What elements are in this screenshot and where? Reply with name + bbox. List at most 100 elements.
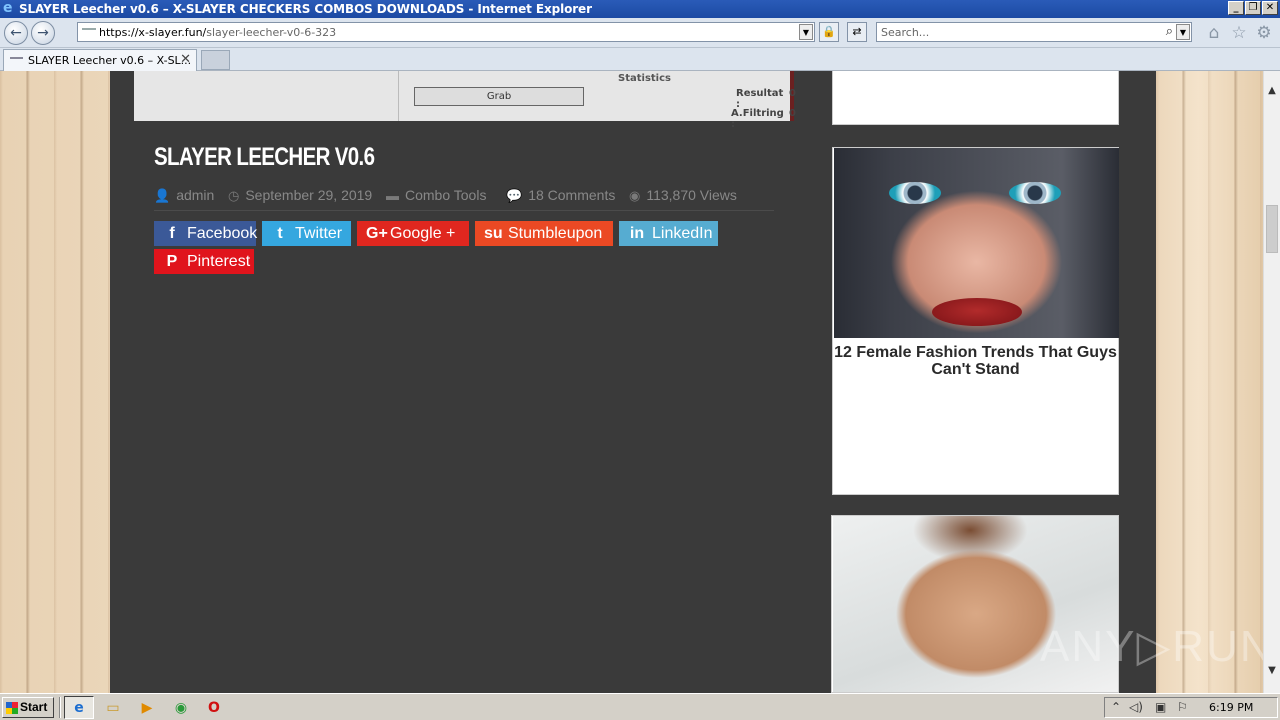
statistics-label: Statistics [618,73,671,84]
scroll-up-icon[interactable]: ▲ [1264,83,1280,99]
media-player-icon[interactable]: ▶ [138,699,156,717]
clock-icon: ◷ [228,188,240,203]
filtring-label: A.Filtring : [731,108,784,130]
taskbar: Start e ▭ ▶ ◉ O ⌃ ◁) ▣ ⚐ 6:19 PM [0,693,1280,720]
forward-button[interactable]: → [31,21,55,45]
window-titlebar: e SLAYER Leecher v0.6 – X-SLAYER CHECKER… [0,0,1280,18]
scroll-thumb[interactable] [1266,205,1278,253]
twitter-icon: t [277,225,283,242]
meta-author[interactable]: 👤 admin [154,187,214,204]
author-name[interactable]: admin [176,187,214,203]
sidebar-ad-fashion[interactable]: 12 Female Fashion Trends That Guys Can't… [832,147,1119,495]
resultat-label: Resultat : [736,88,784,110]
tab-slayer-leecher[interactable]: SLAYER Leecher v0.6 – X-SL... ✕ [3,49,197,71]
resultat-value: 0 [789,88,796,99]
folder-taskbar-icon[interactable]: ▭ [104,699,122,717]
ad-fashion-caption[interactable]: 12 Female Fashion Trends That Guys Can't… [833,344,1118,378]
site-favicon-icon [82,28,96,36]
meta-comments[interactable]: 💬 18 Comments [506,187,615,204]
windows-flag-icon [6,702,18,714]
restore-button[interactable]: ❐ [1245,1,1261,15]
new-tab-button[interactable] [201,50,230,70]
google-plus-share-button[interactable]: G+ Google + [357,221,469,246]
tray-expand-icon[interactable]: ⌃ [1111,700,1121,714]
url-path: slayer-leecher-v0-6-323 [206,26,337,39]
home-icon[interactable]: ⌂ [1205,24,1223,42]
start-label: Start [20,700,48,714]
linkedin-icon: in [629,225,645,242]
post-featured-image: Statistics Grab Resultat : 0 A.Filtring … [134,71,796,130]
search-dropdown-icon[interactable]: ▼ [1176,24,1190,40]
wood-background-right [1156,71,1263,693]
facebook-label: Facebook [187,225,258,242]
twitter-label: Twitter [295,225,343,242]
chrome-icon[interactable]: ◉ [172,699,190,717]
meta-divider [154,210,774,211]
ad-fashion-image[interactable] [834,148,1119,338]
views-count: 113,870 Views [646,187,737,203]
facebook-icon: f [169,225,175,242]
address-bar[interactable]: https://x-slayer.fun/slayer-leecher-v0-6… [77,22,815,42]
start-button[interactable]: Start [2,697,54,718]
ad-image-eye-right [1009,182,1061,204]
action-center-flag-icon[interactable]: ⚐ [1177,700,1188,714]
favorites-star-icon[interactable]: ☆ [1230,24,1248,42]
security-lock-icon[interactable]: 🔒 [819,22,839,42]
search-box[interactable]: Search... ⌕ ▼ [876,22,1192,42]
stumbleupon-icon: su [484,225,503,242]
twitter-share-button[interactable]: t Twitter [262,221,351,246]
tab-bar: SLAYER Leecher v0.6 – X-SL... ✕ [0,48,1280,71]
volume-icon[interactable]: ◁) [1129,700,1143,714]
ad-image-lips [932,298,1022,326]
google-plus-label: Google + [390,225,456,242]
pinterest-share-button[interactable]: P Pinterest [154,249,254,274]
comments-icon: 💬 [506,188,523,203]
filtring-value: 0 [789,108,796,119]
system-tray: ⌃ ◁) ▣ ⚐ 6:19 PM [1104,697,1278,718]
meta-category[interactable]: ▬ Combo Tools [386,187,486,203]
pinterest-label: Pinterest [187,253,251,270]
search-input[interactable]: Search... [881,26,929,39]
address-url[interactable]: https://x-slayer.fun/slayer-leecher-v0-6… [99,26,336,39]
facebook-share-button[interactable]: f Facebook [154,221,258,246]
linkedin-share-button[interactable]: in LinkedIn [619,221,718,246]
opera-icon[interactable]: O [205,699,223,717]
meta-views: ◉ 113,870 Views [629,187,737,204]
tools-gear-icon[interactable]: ⚙ [1255,24,1273,42]
category-link[interactable]: Combo Tools [405,187,486,203]
ie-taskbar-icon[interactable]: e [70,699,88,717]
tab-favicon-icon [10,57,23,63]
comments-link[interactable]: 18 Comments [528,187,615,203]
taskbar-clock[interactable]: 6:19 PM [1209,701,1253,714]
pinterest-icon: P [166,253,178,270]
linkedin-label: LinkedIn [652,225,713,242]
back-button[interactable]: ← [4,21,28,45]
page-viewport: Statistics Grab Resultat : 0 A.Filtring … [0,71,1263,693]
url-host: https://x-slayer.fun/ [99,26,207,39]
search-icon[interactable]: ⌕ [1166,24,1173,39]
navigation-bar: ← → https://x-slayer.fun/slayer-leecher-… [0,18,1280,48]
meta-date: ◷ September 29, 2019 [228,187,372,204]
close-button[interactable]: ✕ [1262,1,1278,15]
ad-image-eye-left [889,182,941,204]
network-icon[interactable]: ▣ [1155,700,1166,714]
tab-title: SLAYER Leecher v0.6 – X-SL... [28,54,192,67]
grab-button-image: Grab [414,87,584,106]
stumbleupon-share-button[interactable]: su Stumbleupon [475,221,613,246]
stumbleupon-label: Stumbleupon [508,225,603,242]
sidebar-ad-top[interactable] [832,71,1119,125]
eye-icon: ◉ [629,188,641,203]
user-icon: 👤 [154,188,171,203]
post-date: September 29, 2019 [245,187,373,203]
scroll-down-icon[interactable]: ▼ [1264,663,1280,679]
address-dropdown-icon[interactable]: ▼ [799,24,813,40]
anyrun-watermark: ANY▷RUN [1040,622,1263,671]
google-plus-icon: G+ [366,225,388,242]
ie-logo-icon: e [3,0,13,16]
tab-close-icon[interactable]: ✕ [180,52,191,67]
vertical-scrollbar[interactable]: ▲ ▼ [1263,71,1280,693]
folder-icon: ▬ [386,188,399,203]
refresh-button[interactable]: ⇄ [847,22,867,42]
minimize-button[interactable]: _ [1228,1,1244,15]
window-title: SLAYER Leecher v0.6 – X-SLAYER CHECKERS … [19,2,592,16]
